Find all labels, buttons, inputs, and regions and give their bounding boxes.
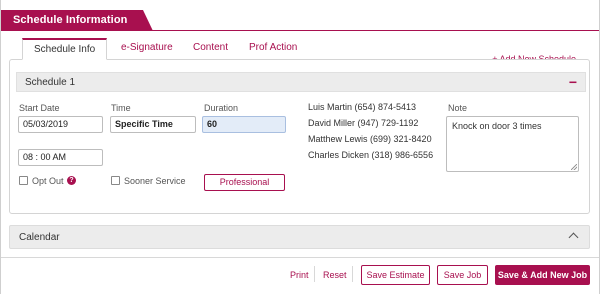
footer-separator xyxy=(314,266,315,282)
contact-item: David Miller (947) 729-1192 xyxy=(308,118,419,128)
time-input[interactable]: 08 : 00 AM xyxy=(18,149,103,166)
duration-label: Duration xyxy=(204,103,239,113)
contact-item: Luis Martin (654) 874-5413 xyxy=(308,102,417,112)
professional-button[interactable]: Professional xyxy=(204,174,285,191)
calendar-title: Calendar xyxy=(19,232,60,243)
time-label: Time xyxy=(111,103,131,113)
opt-out-label: Opt Out xyxy=(32,176,64,186)
chevron-up-icon[interactable] xyxy=(568,232,579,243)
footer-separator xyxy=(352,266,353,282)
minus-icon[interactable]: − xyxy=(567,75,579,89)
note-label: Note xyxy=(448,103,468,113)
tab-content[interactable]: Content xyxy=(193,38,228,60)
time-select[interactable]: Specific Time xyxy=(110,116,196,133)
section-title: Schedule Information xyxy=(13,14,128,26)
save-estimate-button[interactable]: Save Estimate xyxy=(361,265,430,285)
schedule-panel-header: Schedule 1 − xyxy=(16,72,586,92)
footer-divider xyxy=(1,257,599,258)
reset-link[interactable]: Reset xyxy=(323,270,347,280)
note-text: Knock on door 3 times xyxy=(452,121,542,131)
tab-e-signature[interactable]: e-Signature xyxy=(121,38,173,60)
note-textarea[interactable]: Knock on door 3 times xyxy=(446,116,579,172)
contact-item: Matthew Lewis (699) 321-8420 xyxy=(308,134,432,144)
section-header: Schedule Information xyxy=(1,10,599,31)
contact-item: Charles Dicken (318) 986-6556 xyxy=(308,150,434,160)
opt-out-checkbox[interactable] xyxy=(19,176,28,185)
save-job-button[interactable]: Save Job xyxy=(437,265,488,285)
print-link[interactable]: Print xyxy=(290,270,309,280)
start-date-input[interactable]: 05/03/2019 xyxy=(18,116,103,133)
start-date-label: Start Date xyxy=(19,103,60,113)
sooner-service-checkbox[interactable] xyxy=(111,176,120,185)
resize-grip-icon[interactable] xyxy=(571,164,577,170)
save-and-add-new-job-button[interactable]: Save & Add New Job xyxy=(495,265,590,285)
sooner-service-label: Sooner Service xyxy=(124,176,186,186)
section-header-underline xyxy=(1,30,599,31)
tab-schedule-info[interactable]: Schedule Info xyxy=(22,38,108,60)
schedule-title: Schedule 1 xyxy=(25,77,76,88)
calendar-section-header[interactable]: Calendar xyxy=(9,225,590,249)
question-circle-icon[interactable]: ? xyxy=(67,176,76,185)
tab-prof-action[interactable]: Prof Action xyxy=(249,38,297,60)
duration-input[interactable]: 60 xyxy=(202,116,286,133)
